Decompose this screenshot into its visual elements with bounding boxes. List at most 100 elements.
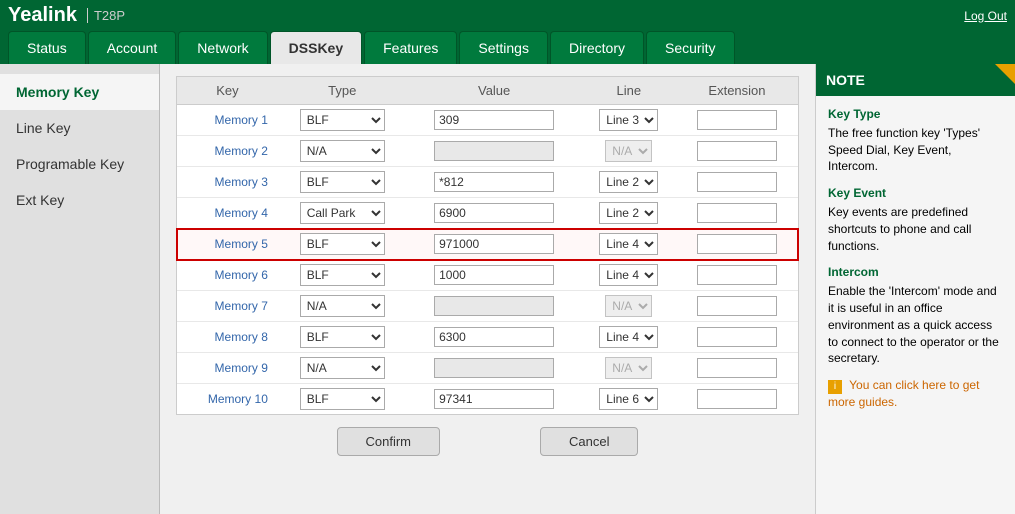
note-key-event-heading: Key Event <box>828 185 1003 202</box>
confirm-button[interactable]: Confirm <box>337 427 441 456</box>
row-7-line-cell: N/ALine 1Line 2Line 3Line 4Line 5Line 6 <box>582 322 676 353</box>
tab-account[interactable]: Account <box>88 31 177 64</box>
note-title: NOTE <box>816 64 1015 96</box>
row-3-value-input[interactable] <box>434 203 554 223</box>
row-7-ext-cell <box>676 322 798 353</box>
row-7-line-select[interactable]: N/ALine 1Line 2Line 3Line 4Line 5Line 6 <box>599 326 658 348</box>
note-guide-link[interactable]: i You can click here to get more guides. <box>828 377 1003 411</box>
row-3-line-select[interactable]: N/ALine 1Line 2Line 3Line 4Line 5Line 6 <box>599 202 658 224</box>
row-7-type-select[interactable]: N/ABLFSpeed DialKey EventIntercomCall Pa… <box>300 326 385 348</box>
table-row: Memory 10N/ABLFSpeed DialKey EventInterc… <box>177 384 798 415</box>
tab-directory[interactable]: Directory <box>550 31 644 64</box>
row-0-type-select[interactable]: N/ABLFSpeed DialKey EventIntercomCall Pa… <box>300 109 385 131</box>
table-row: Memory 7 N/ABLFSpeed DialKey EventInterco… <box>177 291 798 322</box>
sidebar-item-memory-key[interactable]: Memory Key <box>0 74 159 110</box>
row-2-value-input[interactable] <box>434 172 554 192</box>
row-9-line-cell: N/ALine 1Line 2Line 3Line 4Line 5Line 6 <box>582 384 676 415</box>
row-9-type-select[interactable]: N/ABLFSpeed DialKey EventIntercomCall Pa… <box>300 388 385 410</box>
row-3-ext-input[interactable] <box>697 203 777 223</box>
row-0-value-cell <box>407 105 582 136</box>
row-0-value-input[interactable] <box>434 110 554 130</box>
row-9-ext-input[interactable] <box>697 389 777 409</box>
note-key-type: Key Type The free function key 'Types' S… <box>828 106 1003 175</box>
row-1-key: Memory 2 <box>177 136 278 167</box>
row-2-value-cell <box>407 167 582 198</box>
row-5-type-select[interactable]: N/ABLFSpeed DialKey EventIntercomCall Pa… <box>300 264 385 286</box>
row-6-key: Memory 7 <box>177 291 278 322</box>
note-intercom-heading: Intercom <box>828 264 1003 281</box>
col-value: Value <box>407 77 582 105</box>
row-5-ext-input[interactable] <box>697 265 777 285</box>
note-panel: NOTE Key Type The free function key 'Typ… <box>815 64 1015 514</box>
tab-security[interactable]: Security <box>646 31 735 64</box>
col-type: Type <box>278 77 407 105</box>
tab-status[interactable]: Status <box>8 31 86 64</box>
table-row: Memory 5 N/ABLFSpeed DialKey EventInterco… <box>177 229 798 260</box>
row-0-ext-input[interactable] <box>697 110 777 130</box>
row-1-value-input[interactable] <box>434 141 554 161</box>
row-1-line-select[interactable]: N/A <box>605 140 652 162</box>
note-guide-text[interactable]: You can click here to get more guides. <box>828 378 979 409</box>
row-2-ext-input[interactable] <box>697 172 777 192</box>
row-7-ext-input[interactable] <box>697 327 777 347</box>
row-7-value-cell <box>407 322 582 353</box>
col-key: Key <box>177 77 278 105</box>
row-5-value-input[interactable] <box>434 265 554 285</box>
row-1-ext-input[interactable] <box>697 141 777 161</box>
row-1-value-cell <box>407 136 582 167</box>
row-2-type-cell: N/ABLFSpeed DialKey EventIntercomCall Pa… <box>278 167 407 198</box>
row-5-line-select[interactable]: N/ALine 1Line 2Line 3Line 4Line 5Line 6 <box>599 264 658 286</box>
tab-settings[interactable]: Settings <box>459 31 548 64</box>
row-8-ext-input[interactable] <box>697 358 777 378</box>
row-3-key: Memory 4 <box>177 198 278 229</box>
row-0-type-cell: N/ABLFSpeed DialKey EventIntercomCall Pa… <box>278 105 407 136</box>
sidebar: Memory Key Line Key Programable Key Ext … <box>0 64 160 514</box>
row-8-type-select[interactable]: N/ABLFSpeed DialKey EventIntercomCall Pa… <box>300 357 385 379</box>
sidebar-item-ext-key[interactable]: Ext Key <box>0 182 159 218</box>
row-5-type-cell: N/ABLFSpeed DialKey EventIntercomCall Pa… <box>278 260 407 291</box>
row-4-value-cell <box>407 229 582 260</box>
row-2-type-select[interactable]: N/ABLFSpeed DialKey EventIntercomCall Pa… <box>300 171 385 193</box>
sidebar-item-line-key[interactable]: Line Key <box>0 110 159 146</box>
tab-dsskey[interactable]: DSSKey <box>270 31 362 64</box>
row-6-type-select[interactable]: N/ABLFSpeed DialKey EventIntercomCall Pa… <box>300 295 385 317</box>
row-2-key: Memory 3 <box>177 167 278 198</box>
tab-features[interactable]: Features <box>364 31 457 64</box>
tab-network[interactable]: Network <box>178 31 267 64</box>
row-4-value-input[interactable] <box>434 234 554 254</box>
header: Yealink T28P Log Out <box>0 0 1015 31</box>
row-9-value-input[interactable] <box>434 389 554 409</box>
row-4-type-select[interactable]: N/ABLFSpeed DialKey EventIntercomCall Pa… <box>300 233 385 255</box>
row-0-line-cell: N/ALine 1Line 2Line 3Line 4Line 5Line 6 <box>582 105 676 136</box>
note-intercom-text: Enable the 'Intercom' mode and it is use… <box>828 284 999 365</box>
row-7-type-cell: N/ABLFSpeed DialKey EventIntercomCall Pa… <box>278 322 407 353</box>
row-2-line-select[interactable]: N/ALine 1Line 2Line 3Line 4Line 5Line 6 <box>599 171 658 193</box>
row-6-value-input[interactable] <box>434 296 554 316</box>
row-4-ext-input[interactable] <box>697 234 777 254</box>
row-4-line-select[interactable]: N/ALine 1Line 2Line 3Line 4Line 5Line 6 <box>599 233 658 255</box>
sidebar-item-programable-key[interactable]: Programable Key <box>0 146 159 182</box>
note-key-event-text: Key events are predefined shortcuts to p… <box>828 205 971 253</box>
row-0-line-select[interactable]: N/ALine 1Line 2Line 3Line 4Line 5Line 6 <box>599 109 658 131</box>
table-row: Memory 9 N/ABLFSpeed DialKey EventInterco… <box>177 353 798 384</box>
row-8-key: Memory 9 <box>177 353 278 384</box>
row-4-key: Memory 5 <box>177 229 278 260</box>
row-9-value-cell <box>407 384 582 415</box>
row-6-ext-input[interactable] <box>697 296 777 316</box>
note-key-type-heading: Key Type <box>828 106 1003 123</box>
row-8-line-cell: N/A <box>582 353 676 384</box>
row-3-type-select[interactable]: N/ABLFSpeed DialKey EventIntercomCall Pa… <box>300 202 385 224</box>
logout-button[interactable]: Log Out <box>964 9 1007 23</box>
row-6-line-select[interactable]: N/A <box>605 295 652 317</box>
row-5-value-cell <box>407 260 582 291</box>
row-9-line-select[interactable]: N/ALine 1Line 2Line 3Line 4Line 5Line 6 <box>599 388 658 410</box>
row-7-value-input[interactable] <box>434 327 554 347</box>
row-3-value-cell <box>407 198 582 229</box>
row-1-line-cell: N/A <box>582 136 676 167</box>
row-6-line-cell: N/A <box>582 291 676 322</box>
row-1-type-select[interactable]: N/ABLFSpeed DialKey EventIntercomCall Pa… <box>300 140 385 162</box>
cancel-button[interactable]: Cancel <box>540 427 638 456</box>
row-8-line-select[interactable]: N/A <box>605 357 652 379</box>
dsskey-table-wrap: Key Type Value Line Extension Memory 1N/… <box>176 76 799 415</box>
row-8-value-input[interactable] <box>434 358 554 378</box>
